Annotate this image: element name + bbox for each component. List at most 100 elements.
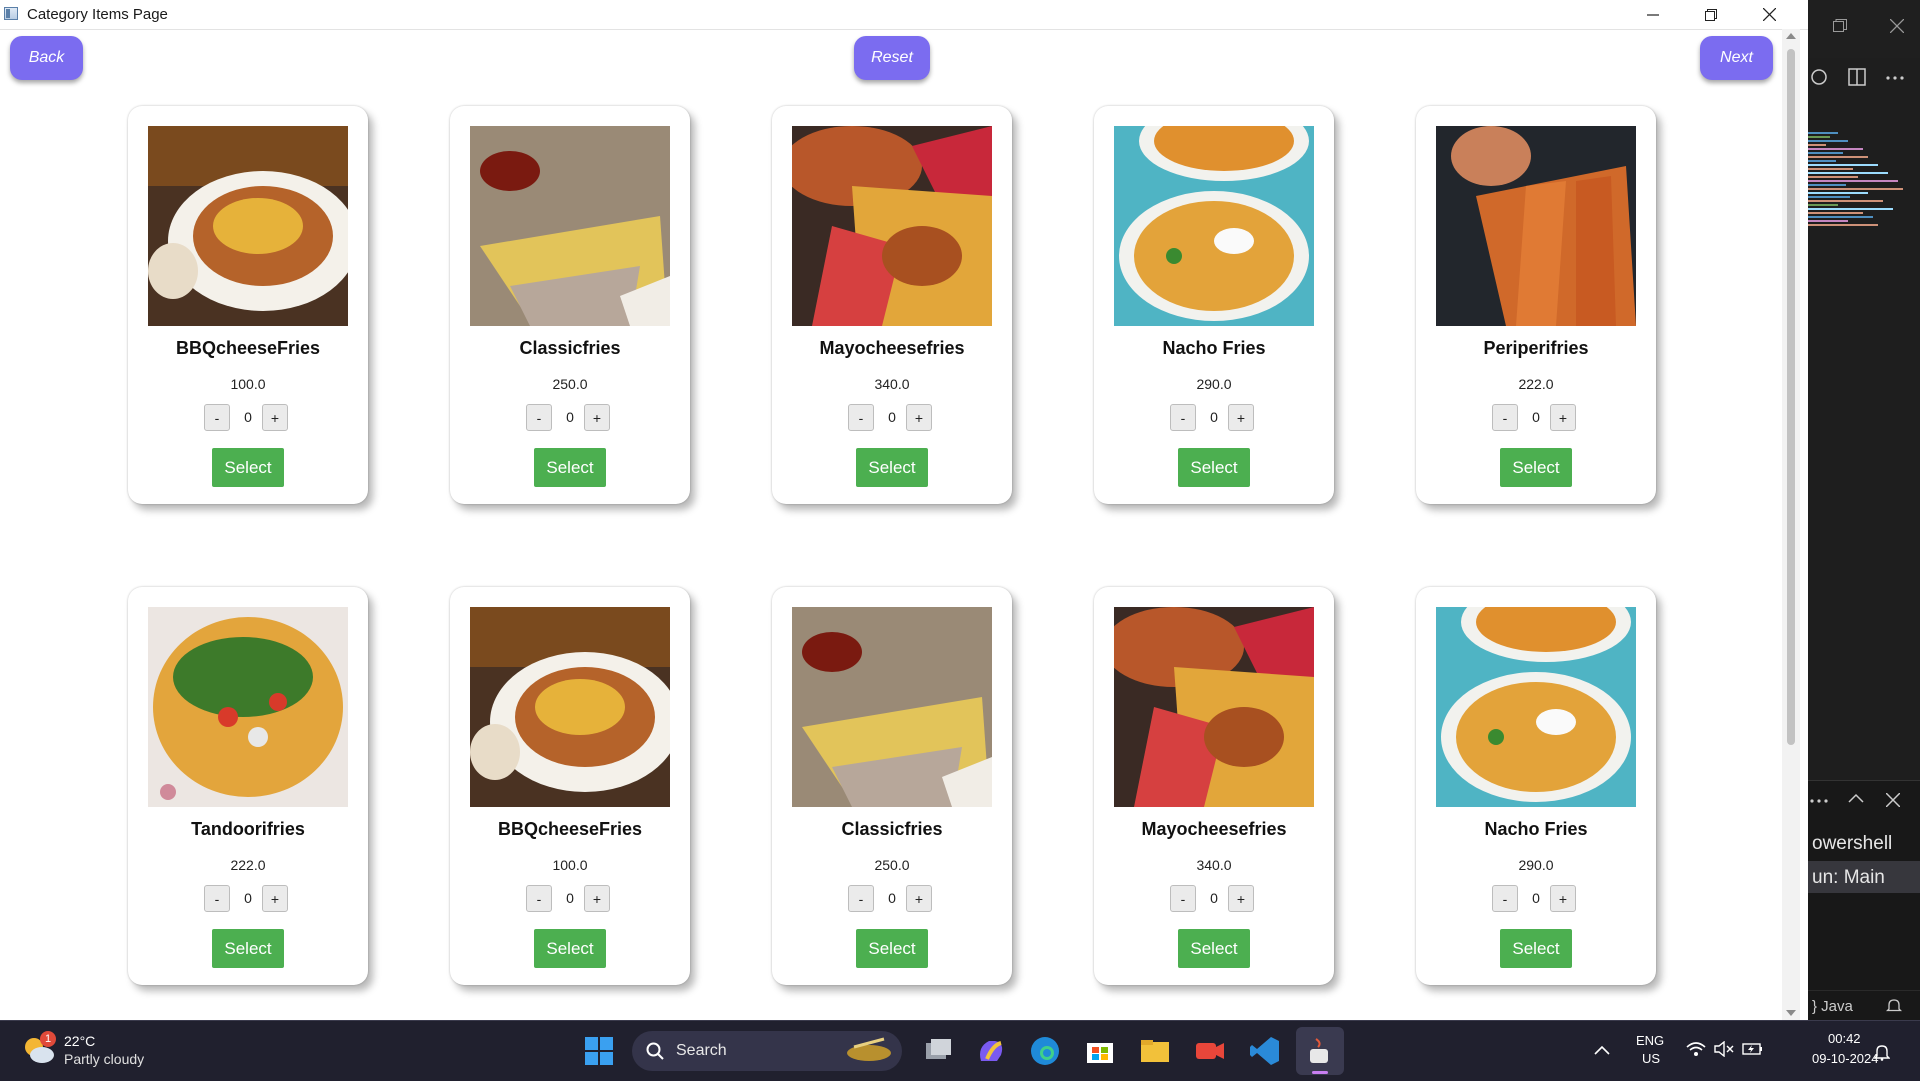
item-card: Periperifries 222.0 - 0 + Select bbox=[1416, 106, 1656, 504]
close-icon[interactable] bbox=[1890, 19, 1904, 33]
quantity-value: 0 bbox=[1210, 890, 1218, 906]
increase-button[interactable]: + bbox=[906, 885, 932, 912]
item-price: 222.0 bbox=[1518, 376, 1554, 392]
more-actions-icon[interactable] bbox=[1886, 76, 1904, 80]
quantity-stepper: - 0 + bbox=[204, 404, 292, 432]
select-button[interactable]: Select bbox=[1178, 929, 1250, 968]
terminal-tab-run-main[interactable]: un: Main bbox=[1812, 867, 1885, 889]
select-button[interactable]: Select bbox=[856, 929, 928, 968]
chevron-up-icon[interactable] bbox=[1848, 793, 1864, 803]
decrease-button[interactable]: - bbox=[526, 885, 552, 912]
language-mode[interactable]: } Java bbox=[1812, 998, 1853, 1015]
weather-widget[interactable]: 1 22°C Partly cloudy bbox=[20, 1027, 170, 1075]
more-actions-icon[interactable] bbox=[1810, 799, 1828, 803]
increase-button[interactable]: + bbox=[584, 885, 610, 912]
file-explorer-icon[interactable] bbox=[1139, 1035, 1171, 1067]
battery-charging-icon[interactable] bbox=[1742, 1041, 1764, 1057]
select-button[interactable]: Select bbox=[212, 448, 284, 487]
decrease-button[interactable]: - bbox=[526, 404, 552, 431]
decrease-button[interactable]: - bbox=[204, 885, 230, 912]
item-card: Nacho Fries 290.0 - 0 + Select bbox=[1094, 106, 1334, 504]
decrease-button[interactable]: - bbox=[1492, 885, 1518, 912]
food-image-nacho-fries bbox=[1114, 126, 1314, 326]
background-editor-window: owershell un: Main } Java bbox=[1808, 0, 1920, 1021]
wifi-icon[interactable] bbox=[1686, 1041, 1706, 1057]
scroll-down-icon[interactable] bbox=[1786, 1010, 1796, 1016]
item-name: BBQcheeseFries bbox=[175, 338, 321, 358]
windows-start-icon[interactable] bbox=[583, 1035, 615, 1067]
chevron-up-icon[interactable] bbox=[1594, 1045, 1610, 1055]
vertical-scrollbar[interactable] bbox=[1782, 29, 1800, 1020]
item-name: Tandoorifries bbox=[191, 819, 305, 839]
copilot-icon[interactable] bbox=[975, 1035, 1007, 1067]
select-button[interactable]: Select bbox=[534, 448, 606, 487]
item-price: 290.0 bbox=[1196, 376, 1232, 392]
clock-date[interactable]: 09-10-2024 bbox=[1812, 1051, 1879, 1066]
title-bar[interactable]: Category Items Page bbox=[0, 0, 1808, 30]
increase-button[interactable]: + bbox=[262, 404, 288, 431]
terminal-tab-powershell[interactable]: owershell bbox=[1812, 833, 1892, 855]
taskbar-search-box[interactable]: Search bbox=[632, 1031, 902, 1071]
speaker-muted-icon[interactable] bbox=[1714, 1041, 1734, 1057]
increase-button[interactable]: + bbox=[1228, 885, 1254, 912]
increase-button[interactable]: + bbox=[262, 885, 288, 912]
quantity-value: 0 bbox=[566, 409, 574, 425]
quantity-stepper: - 0 + bbox=[848, 404, 936, 432]
search-placeholder: Search bbox=[676, 1042, 727, 1059]
quantity-value: 0 bbox=[888, 409, 896, 425]
quantity-value: 0 bbox=[888, 890, 896, 906]
terminal-panel: owershell un: Main bbox=[1808, 780, 1920, 991]
edge-browser-icon[interactable] bbox=[1029, 1035, 1061, 1067]
select-button[interactable]: Select bbox=[1178, 448, 1250, 487]
clock-time[interactable]: 00:42 bbox=[1828, 1031, 1861, 1046]
item-name: Mayocheesefries bbox=[1141, 819, 1287, 839]
increase-button[interactable]: + bbox=[1550, 885, 1576, 912]
compare-icon[interactable] bbox=[1810, 68, 1828, 86]
microsoft-store-icon[interactable] bbox=[1084, 1035, 1116, 1067]
region-code[interactable]: US bbox=[1642, 1051, 1660, 1066]
restore-icon[interactable] bbox=[1833, 19, 1847, 33]
notification-bell-icon[interactable] bbox=[1874, 1043, 1890, 1061]
language-code[interactable]: ENG bbox=[1636, 1033, 1664, 1048]
increase-button[interactable]: + bbox=[584, 404, 610, 431]
task-view-icon[interactable] bbox=[922, 1035, 954, 1067]
item-price: 100.0 bbox=[230, 376, 266, 392]
video-recorder-icon[interactable] bbox=[1194, 1035, 1226, 1067]
decrease-button[interactable]: - bbox=[204, 404, 230, 431]
item-card: Classicfries 250.0 - 0 + Select bbox=[772, 587, 1012, 985]
item-price: 340.0 bbox=[874, 376, 910, 392]
restore-button[interactable] bbox=[1682, 0, 1740, 29]
minimize-button[interactable] bbox=[1624, 0, 1682, 29]
select-button[interactable]: Select bbox=[534, 929, 606, 968]
decrease-button[interactable]: - bbox=[848, 404, 874, 431]
notification-bell-icon[interactable] bbox=[1886, 998, 1902, 1014]
vscode-icon[interactable] bbox=[1249, 1035, 1281, 1067]
scroll-up-icon[interactable] bbox=[1786, 33, 1796, 39]
quantity-stepper: - 0 + bbox=[526, 404, 614, 432]
close-icon[interactable] bbox=[1886, 793, 1900, 807]
decrease-button[interactable]: - bbox=[1492, 404, 1518, 431]
select-button[interactable]: Select bbox=[212, 929, 284, 968]
back-button[interactable]: Back bbox=[10, 36, 83, 80]
java-app-taskbar-button[interactable] bbox=[1296, 1027, 1344, 1075]
quantity-value: 0 bbox=[1532, 409, 1540, 425]
next-button[interactable]: Next bbox=[1700, 36, 1773, 80]
split-editor-icon[interactable] bbox=[1848, 68, 1866, 86]
decrease-button[interactable]: - bbox=[1170, 404, 1196, 431]
select-button[interactable]: Select bbox=[1500, 929, 1572, 968]
increase-button[interactable]: + bbox=[906, 404, 932, 431]
quantity-stepper: - 0 + bbox=[1170, 885, 1258, 913]
select-button[interactable]: Select bbox=[1500, 448, 1572, 487]
quantity-stepper: - 0 + bbox=[1492, 404, 1580, 432]
quantity-value: 0 bbox=[244, 409, 252, 425]
decrease-button[interactable]: - bbox=[1170, 885, 1196, 912]
increase-button[interactable]: + bbox=[1550, 404, 1576, 431]
scroll-thumb[interactable] bbox=[1787, 49, 1795, 745]
decrease-button[interactable]: - bbox=[848, 885, 874, 912]
food-image-bbq-cheese-fries bbox=[148, 126, 348, 326]
select-button[interactable]: Select bbox=[856, 448, 928, 487]
quantity-stepper: - 0 + bbox=[526, 885, 614, 913]
reset-button[interactable]: Reset bbox=[854, 36, 930, 80]
close-button[interactable] bbox=[1740, 0, 1798, 29]
increase-button[interactable]: + bbox=[1228, 404, 1254, 431]
